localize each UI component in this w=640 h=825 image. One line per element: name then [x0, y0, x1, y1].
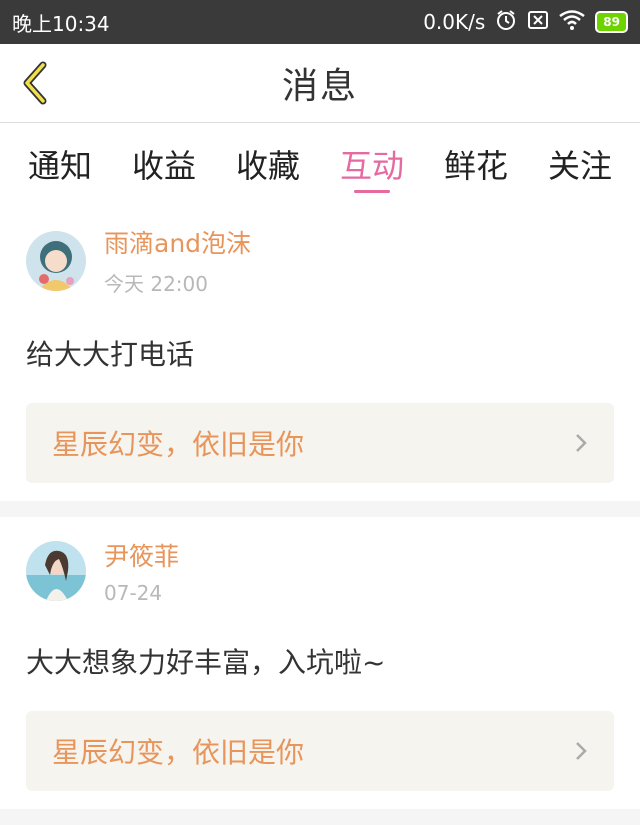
- comment-text: 给大大打电话: [26, 338, 195, 371]
- status-time: 晚上10:34: [12, 11, 110, 36]
- divider: [0, 501, 640, 517]
- chevron-left-icon: [23, 61, 47, 105]
- username[interactable]: 雨滴and泡沫: [104, 224, 251, 260]
- timestamp: 今天 22:00: [104, 272, 208, 296]
- message-user: 雨滴and泡沫 今天 22:00: [26, 224, 614, 297]
- tab-bar: 通知 收益 收藏 互动 鲜花 关注: [0, 122, 640, 204]
- page-title: 消息: [281, 66, 358, 107]
- sim-icon: [527, 10, 549, 35]
- network-speed: 0.0K/s: [423, 10, 486, 34]
- tab-following[interactable]: 关注: [542, 123, 618, 205]
- wifi-icon: [559, 9, 586, 35]
- comment-text: 大大想象力好丰富，入坑啦~: [26, 646, 386, 679]
- chevron-right-icon: [576, 742, 587, 760]
- avatar[interactable]: [26, 541, 86, 601]
- book-title: 星辰幻变，依旧是你: [52, 736, 305, 769]
- back-button[interactable]: [14, 60, 54, 106]
- tab-flowers[interactable]: 鲜花: [438, 123, 514, 205]
- tab-earnings[interactable]: 收益: [126, 123, 202, 205]
- user-meta: 雨滴and泡沫 今天 22:00: [104, 224, 251, 297]
- status-bar: 晚上10:34 0.0K/s 89: [0, 0, 640, 44]
- status-icons: 0.0K/s 89: [423, 9, 628, 36]
- username[interactable]: 尹筱菲: [104, 537, 179, 573]
- divider: [0, 809, 640, 825]
- message-card: 雨滴and泡沫 今天 22:00 给大大打电话 星辰幻变，依旧是你: [0, 204, 640, 501]
- top-navigation-bar: 消息: [0, 44, 640, 122]
- battery-indicator: 89: [595, 11, 628, 33]
- avatar[interactable]: [26, 230, 86, 291]
- user-meta: 尹筱菲 07-24: [104, 537, 179, 605]
- chevron-right-icon: [576, 434, 587, 452]
- message-card: 尹筱菲 07-24 大大想象力好丰富，入坑啦~ 星辰幻变，依旧是你: [0, 517, 640, 809]
- book-link[interactable]: 星辰幻变，依旧是你: [26, 711, 614, 791]
- tab-notifications[interactable]: 通知: [22, 123, 98, 205]
- book-link[interactable]: 星辰幻变，依旧是你: [26, 403, 614, 483]
- timestamp: 07-24: [104, 581, 163, 605]
- tab-favorites[interactable]: 收藏: [230, 123, 306, 205]
- tab-interactions[interactable]: 互动: [334, 123, 410, 205]
- alarm-icon: [495, 9, 517, 36]
- message-user: 尹筱菲 07-24: [26, 537, 614, 605]
- book-title: 星辰幻变，依旧是你: [52, 428, 305, 461]
